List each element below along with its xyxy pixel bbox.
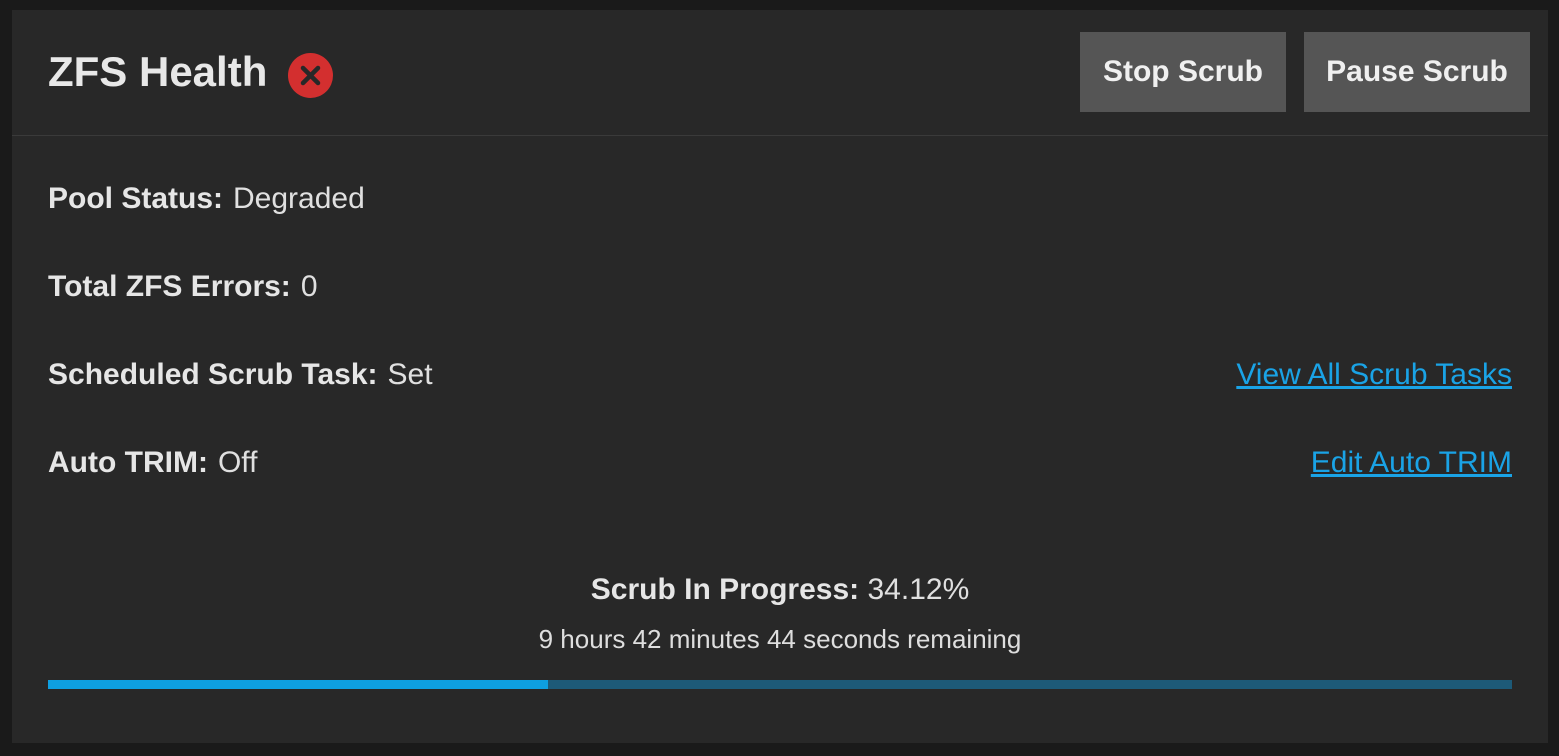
edit-auto-trim-link[interactable]: Edit Auto TRIM (1311, 443, 1512, 483)
card-header: ZFS Health Stop Scrub Pause Scrub (12, 10, 1548, 136)
pool-status-label: Pool Status: (48, 182, 224, 215)
scrub-progress-label: Scrub In Progress: (590, 573, 860, 606)
card-title: ZFS Health (48, 48, 268, 95)
pause-scrub-button[interactable]: Pause Scrub (1304, 32, 1530, 112)
auto-trim-row: Auto TRIM: Off (48, 443, 257, 483)
auto-trim-label: Auto TRIM: (48, 446, 208, 479)
scrub-time-remaining: 9 hours 42 minutes 44 seconds remaining (538, 624, 1022, 654)
scrub-progress-percent: 34.12% (867, 573, 970, 606)
scheduled-scrub-label: Scheduled Scrub Task: (48, 358, 378, 391)
scrub-progress-title: Scrub In Progress: 34.12% (12, 570, 1548, 610)
total-errors-value: 0 (300, 270, 318, 303)
scrub-progress-bar (48, 680, 1512, 689)
auto-trim-value: Off (217, 446, 258, 479)
scheduled-scrub-value: Set (387, 358, 433, 391)
stop-scrub-button[interactable]: Stop Scrub (1080, 32, 1286, 112)
error-circle-x-icon (288, 53, 333, 98)
pool-status-row: Pool Status: Degraded (48, 179, 365, 219)
view-all-scrub-tasks-link[interactable]: View All Scrub Tasks (1236, 355, 1512, 395)
zfs-health-card: ZFS Health Stop Scrub Pause Scrub Pool S… (12, 10, 1548, 743)
pool-status-value: Degraded (233, 182, 365, 215)
total-errors-row: Total ZFS Errors: 0 (48, 267, 318, 307)
scrub-progress-fill (48, 680, 548, 689)
scheduled-scrub-row: Scheduled Scrub Task: Set (48, 355, 433, 395)
total-errors-label: Total ZFS Errors: (48, 270, 291, 303)
